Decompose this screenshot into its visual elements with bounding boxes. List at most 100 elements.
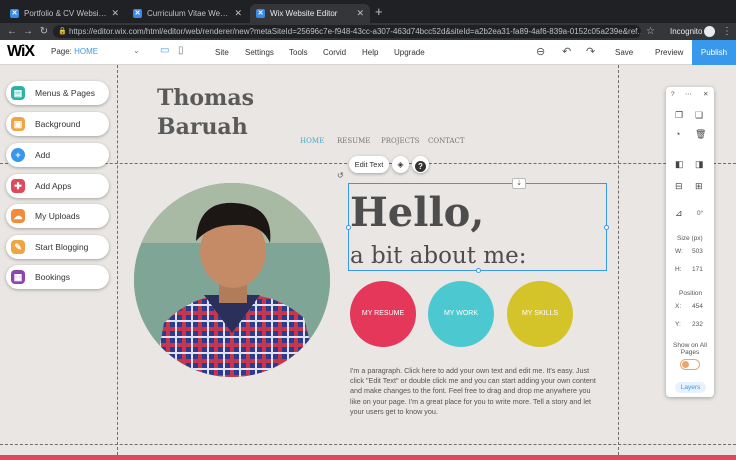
wix-favicon-icon: ✕ [256, 9, 265, 18]
panel-help-icon[interactable]: ? [671, 91, 675, 98]
desktop-view-icon[interactable]: ▭ [160, 45, 169, 56]
site-nav-contact[interactable]: CONTACT [428, 137, 465, 145]
close-tab-icon[interactable]: ✕ [234, 8, 242, 19]
back-icon[interactable]: ← [4, 26, 20, 37]
trash-icon[interactable]: 🗑 [695, 129, 706, 140]
my-work-button[interactable]: MY WORK [428, 281, 494, 347]
align-icon[interactable]: ⊟ [675, 181, 683, 192]
site-nav-projects[interactable]: PROJECTS [381, 137, 419, 145]
site-nav-home[interactable]: HOME [300, 137, 324, 145]
wix-favicon-icon: ✕ [10, 9, 19, 18]
paste-icon[interactable]: ❏ [695, 110, 703, 121]
redo-icon[interactable]: ↷ [586, 45, 595, 58]
menu-site[interactable]: Site [215, 48, 229, 57]
browser-menu-icon[interactable]: ⋮ [722, 23, 732, 40]
wix-logo: WiX [7, 43, 35, 60]
inspector-panel: ? ⋯ ✕ ❐ ❏ ◔ 🗑 ◧ ◨ ⊟ ⊞ ⊿ 0° Size (px) W: … [666, 87, 714, 397]
menus-pages-button[interactable]: ▤ Menus & Pages [6, 81, 109, 105]
lock-icon: 🔒 [58, 28, 67, 35]
y-label: Y: [675, 321, 681, 328]
browser-tab-wix-editor[interactable]: ✕ Wix Website Editor ✕ [250, 4, 370, 23]
duplicate-icon[interactable]: ◔ [675, 129, 680, 139]
arrange-icon[interactable]: ◧ [675, 159, 684, 170]
menu-tools[interactable]: Tools [289, 48, 308, 57]
upload-icon: ☁ [11, 209, 25, 223]
my-resume-button[interactable]: MY RESUME [350, 281, 416, 347]
browser-tab-portfolio[interactable]: ✕ Portfolio & CV Website Templ ✕ [4, 4, 125, 23]
menu-settings[interactable]: Settings [245, 48, 274, 57]
profile-photo[interactable] [134, 183, 330, 377]
height-value[interactable]: 171 [692, 266, 703, 273]
x-value[interactable]: 454 [692, 303, 703, 310]
height-label: H: [675, 266, 682, 273]
page-selector[interactable]: Page: HOME [51, 47, 98, 56]
my-skills-button[interactable]: MY SKILLS [507, 281, 573, 347]
my-uploads-label: My Uploads [35, 211, 80, 221]
width-value[interactable]: 503 [692, 248, 703, 255]
bookings-button[interactable]: ▦ Bookings [6, 265, 109, 289]
background-label: Background [35, 119, 81, 129]
rotate-handle-icon[interactable]: ↺ [337, 171, 344, 180]
page-label: Page: [51, 47, 72, 56]
bookmark-star-icon[interactable]: ☆ [646, 23, 655, 40]
publish-button[interactable]: Publish [692, 40, 736, 65]
close-tab-icon[interactable]: ✕ [111, 8, 119, 19]
my-uploads-button[interactable]: ☁ My Uploads [6, 204, 109, 228]
forward-icon[interactable]: → [20, 26, 36, 37]
menu-corvid[interactable]: Corvid [323, 48, 346, 57]
menu-help[interactable]: Help [362, 48, 378, 57]
mobile-view-icon[interactable]: ▯ [178, 45, 184, 56]
tab-title: Curriculum Vitae Website Tem [147, 9, 231, 18]
add-apps-button[interactable]: ✚ Add Apps [6, 174, 109, 198]
browser-tab-strip: ✕ Portfolio & CV Website Templ ✕ ✕ Curri… [0, 0, 736, 23]
hello-heading[interactable]: Hello, [350, 190, 484, 236]
toggle-knob [682, 361, 689, 368]
url-field[interactable]: 🔒 https://editor.wix.com/html/editor/web… [53, 25, 641, 38]
incognito-avatar-icon[interactable] [704, 26, 715, 37]
rotation-value[interactable]: 0° [697, 210, 703, 217]
menu-upgrade[interactable]: Upgrade [394, 48, 425, 57]
background-button[interactable]: ▣ Background [6, 112, 109, 136]
close-tab-icon[interactable]: ✕ [356, 8, 364, 19]
show-on-all-pages-toggle[interactable] [680, 359, 700, 370]
help-button[interactable]: ? [412, 156, 429, 173]
reload-icon[interactable]: ↻ [36, 26, 52, 37]
chevron-down-icon[interactable]: ⌄ [133, 46, 140, 55]
site-nav-resume[interactable]: RESUME [337, 137, 370, 145]
save-button[interactable]: Save [615, 48, 633, 57]
page-value: HOME [74, 47, 99, 56]
wix-favicon-icon: ✕ [133, 9, 142, 18]
zoom-icon[interactable]: ⊖ [536, 45, 545, 58]
resize-handle-right[interactable] [604, 225, 609, 230]
x-label: X: [675, 303, 682, 310]
drag-handle-icon[interactable]: ⋯ [685, 90, 692, 98]
background-icon: ▣ [11, 117, 25, 131]
layers-button[interactable]: Layers [675, 382, 706, 393]
menus-pages-label: Menus & Pages [35, 88, 96, 98]
tab-title: Wix Website Editor [270, 9, 338, 18]
bookings-icon: ▦ [11, 270, 25, 284]
animation-icon[interactable]: ◈ [392, 156, 409, 173]
undo-icon[interactable]: ↶ [562, 45, 571, 58]
bookings-label: Bookings [35, 272, 70, 282]
help-icon: ? [415, 161, 426, 172]
edit-text-button[interactable]: Edit Text [349, 156, 389, 173]
bring-forward-icon[interactable]: ◨ [695, 159, 704, 170]
footer-boundary-line [0, 444, 736, 445]
browser-tab-cv[interactable]: ✕ Curriculum Vitae Website Tem ✕ [127, 4, 248, 23]
intro-paragraph[interactable]: I'm a paragraph. Click here to add your … [350, 366, 603, 417]
about-subheading[interactable]: a bit about me: [350, 241, 526, 271]
preview-button[interactable]: Preview [655, 48, 683, 57]
new-tab-icon[interactable]: + [375, 4, 383, 19]
close-icon[interactable]: ✕ [703, 90, 708, 98]
stretch-handle-icon[interactable]: ⇣ [512, 178, 526, 189]
start-blogging-button[interactable]: ✎ Start Blogging [6, 235, 109, 259]
url-text: https://editor.wix.com/html/editor/web/r… [69, 27, 641, 36]
y-value[interactable]: 232 [692, 321, 703, 328]
add-button[interactable]: + Add [6, 143, 109, 167]
site-title[interactable]: Thomas Baruah [157, 84, 254, 142]
distribute-icon[interactable]: ⊞ [695, 181, 703, 192]
copy-icon[interactable]: ❐ [675, 110, 683, 121]
tab-title: Portfolio & CV Website Templ [24, 9, 107, 18]
apps-icon: ✚ [11, 179, 25, 193]
